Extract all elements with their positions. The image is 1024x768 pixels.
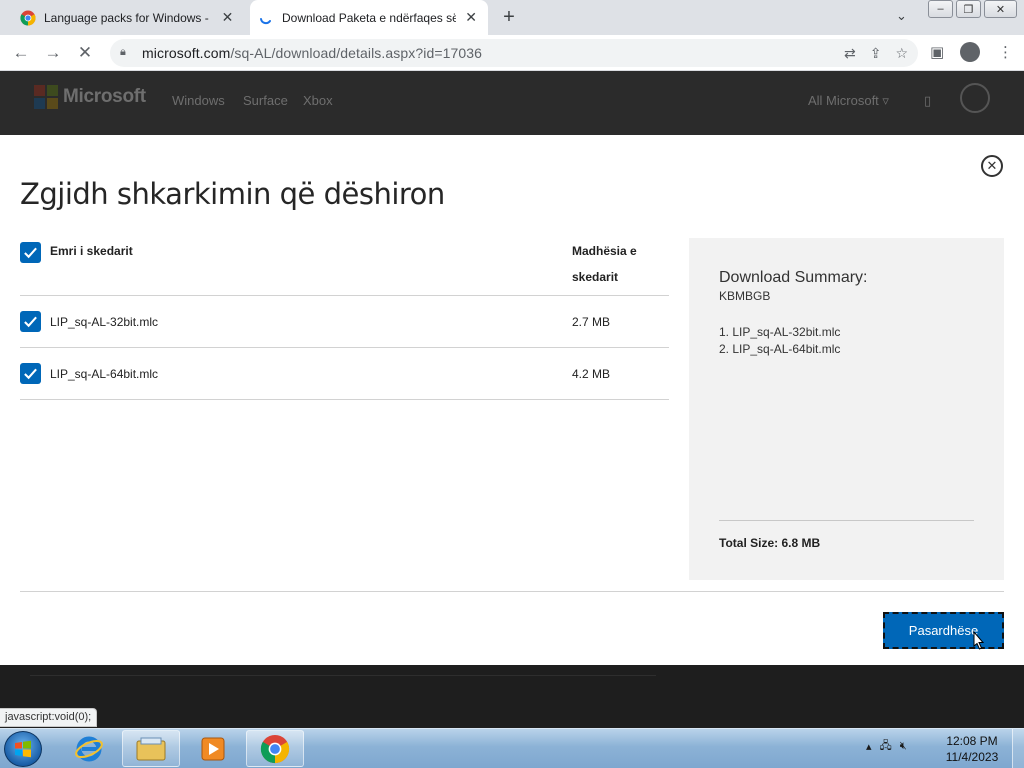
page-footer bbox=[0, 665, 1024, 727]
summary-item: 1. LIP_sq-AL-32bit.mlc bbox=[719, 325, 841, 339]
file-explorer-icon[interactable] bbox=[122, 730, 180, 767]
microsoft-wordmark[interactable]: Microsoft bbox=[63, 86, 146, 108]
side-panel-icon[interactable]: ▣ bbox=[930, 43, 944, 61]
stop-loading-icon[interactable]: ✕ bbox=[74, 42, 96, 64]
download-modal: ✕ Zgjidh shkarkimin që dëshiron Emri i s… bbox=[0, 135, 1024, 665]
chrome-favicon-icon bbox=[20, 10, 36, 26]
taskbar-clock[interactable]: 12:08 PM 11/4/2023 bbox=[940, 733, 1004, 765]
share-icon[interactable]: ⇪ bbox=[870, 45, 882, 62]
nav-windows[interactable]: Windows bbox=[172, 93, 225, 108]
select-all-checkbox[interactable] bbox=[20, 242, 41, 263]
tab-search-chevron-icon[interactable]: ⌄ bbox=[896, 8, 907, 24]
divider bbox=[20, 347, 669, 348]
site-header: Microsoft Windows Surface Xbox All Micro… bbox=[0, 71, 1024, 135]
tab-language-packs[interactable]: Language packs for Windows - M ✕ bbox=[12, 0, 244, 35]
windows-taskbar: ▴ 🖧︎ 🔇︎ 12:08 PM 11/4/2023 bbox=[0, 728, 1024, 768]
checkmark-icon bbox=[24, 247, 37, 259]
divider bbox=[20, 399, 669, 400]
new-tab-button[interactable]: + bbox=[498, 6, 520, 28]
omnibox-actions: ⇄ ⇪ ☆ bbox=[844, 45, 908, 62]
close-window-button[interactable]: ✕ bbox=[984, 0, 1017, 18]
loading-spinner-icon bbox=[260, 17, 271, 24]
media-player-icon[interactable] bbox=[184, 730, 242, 767]
close-modal-icon[interactable]: ✕ bbox=[981, 155, 1003, 177]
restore-button[interactable]: ❐ bbox=[956, 0, 981, 18]
cart-icon[interactable]: ▯ bbox=[924, 93, 931, 109]
all-microsoft-menu[interactable]: All Microsoft ▿ bbox=[808, 93, 889, 109]
minimize-button[interactable]: – bbox=[928, 0, 953, 18]
window-controls: – ❐ ✕ bbox=[928, 0, 1020, 18]
file-size-64bit: 4.2 MB bbox=[572, 367, 611, 381]
column-header-name: Emri i skedarit bbox=[50, 244, 133, 258]
microsoft-logo-icon[interactable] bbox=[34, 85, 58, 109]
clock-time: 12:08 PM bbox=[946, 734, 998, 748]
windows-flag-icon bbox=[15, 740, 31, 758]
internet-explorer-icon[interactable] bbox=[60, 730, 118, 767]
bookmark-star-icon[interactable]: ☆ bbox=[895, 45, 908, 62]
file-size-32bit: 2.7 MB bbox=[572, 315, 611, 329]
profile-avatar-icon[interactable] bbox=[960, 42, 980, 62]
summary-list: 1. LIP_sq-AL-32bit.mlc 2. LIP_sq-AL-64bi… bbox=[719, 324, 840, 358]
divider bbox=[30, 675, 656, 676]
divider bbox=[719, 520, 974, 521]
tab-strip: Language packs for Windows - M ✕ Downloa… bbox=[0, 0, 1024, 35]
tab-title: Download Paketa e ndërfaqes së bbox=[282, 10, 457, 25]
address-bar[interactable]: 🔒︎ microsoft.com/sq-AL/download/details.… bbox=[110, 39, 918, 67]
file-checkbox-32bit[interactable] bbox=[20, 311, 41, 332]
checkmark-icon bbox=[24, 316, 37, 328]
back-arrow-icon[interactable]: ← bbox=[10, 42, 32, 64]
column-header-size: Madhësia e skedarit bbox=[572, 244, 637, 284]
summary-subtitle: KBMBGB bbox=[719, 289, 771, 303]
show-hidden-icons-icon[interactable]: ▴ bbox=[866, 740, 872, 753]
account-icon[interactable] bbox=[960, 83, 990, 113]
lock-icon[interactable]: 🔒︎ bbox=[120, 46, 132, 60]
summary-title: Download Summary: bbox=[719, 269, 868, 286]
volume-muted-icon[interactable]: 🔇︎ bbox=[900, 740, 907, 753]
translate-icon[interactable]: ⇄ bbox=[844, 45, 856, 62]
tab-download[interactable]: Download Paketa e ndërfaqes së ✕ bbox=[250, 0, 488, 35]
summary-item: 2. LIP_sq-AL-64bit.mlc bbox=[719, 342, 841, 356]
modal-title: Zgjidh shkarkimin që dëshiron bbox=[20, 177, 445, 211]
menu-kebab-icon[interactable]: ⋮ bbox=[998, 43, 1013, 61]
download-summary-panel: Download Summary: KBMBGB 1. LIP_sq-AL-32… bbox=[689, 238, 1004, 580]
nav-surface[interactable]: Surface bbox=[243, 93, 288, 108]
divider bbox=[20, 295, 669, 296]
close-tab-icon[interactable]: ✕ bbox=[462, 9, 480, 27]
nav-xbox[interactable]: Xbox bbox=[303, 93, 333, 108]
start-button-icon[interactable] bbox=[4, 731, 42, 767]
system-tray: ▴ 🖧︎ 🔇︎ bbox=[866, 737, 907, 756]
link-status-bubble: javascript:void(0); bbox=[0, 708, 98, 727]
file-checkbox-64bit[interactable] bbox=[20, 363, 41, 384]
network-icon[interactable]: 🖧︎ bbox=[880, 737, 892, 756]
tab-title: Language packs for Windows - M bbox=[44, 10, 213, 25]
chrome-taskbar-icon[interactable] bbox=[246, 730, 304, 767]
show-desktop-button[interactable] bbox=[1012, 729, 1024, 768]
checkmark-icon bbox=[24, 368, 37, 380]
mouse-cursor-icon bbox=[973, 631, 985, 650]
browser-toolbar: ← → ✕ 🔒︎ microsoft.com/sq-AL/download/de… bbox=[0, 35, 1024, 71]
divider bbox=[20, 591, 1004, 592]
close-tab-icon[interactable]: ✕ bbox=[219, 9, 236, 27]
url-text[interactable]: microsoft.com/sq-AL/download/details.asp… bbox=[142, 45, 482, 61]
forward-arrow-icon[interactable]: → bbox=[42, 42, 64, 64]
file-name-64bit: LIP_sq-AL-64bit.mlc bbox=[50, 367, 159, 381]
file-name-32bit: LIP_sq-AL-32bit.mlc bbox=[50, 315, 159, 329]
clock-date: 11/4/2023 bbox=[945, 750, 999, 764]
summary-total: Total Size: 6.8 MB bbox=[719, 536, 821, 550]
